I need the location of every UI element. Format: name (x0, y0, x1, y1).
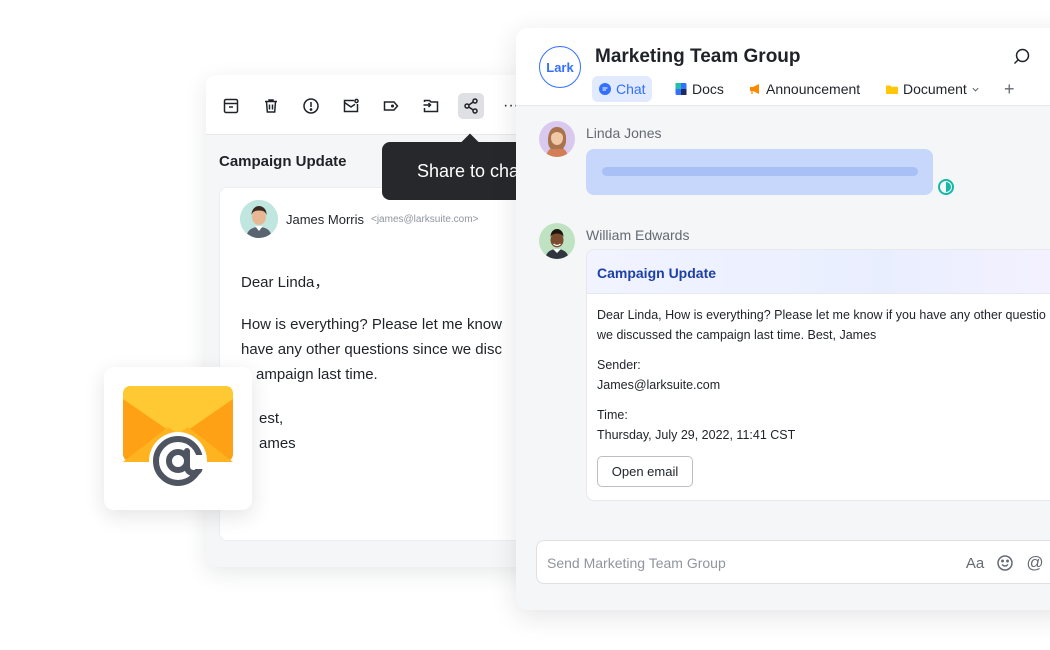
chat-window: Lark Marketing Team Group Chat Docs Anno… (516, 28, 1050, 610)
read-status-icon (938, 179, 954, 195)
emoji-icon (997, 555, 1013, 571)
mail-unread-icon (343, 98, 359, 113)
tab-announcement[interactable]: Announcement (742, 76, 866, 102)
megaphone-icon (750, 84, 759, 94)
group-title: Marketing Team Group (595, 46, 801, 67)
chat-header: Lark Marketing Team Group Chat Docs Anno… (516, 28, 1050, 106)
message-input[interactable] (547, 552, 947, 574)
message-placeholder-line (602, 167, 918, 176)
add-tab-button[interactable]: + (998, 76, 1021, 102)
sender-value: James@larksuite.com (597, 378, 721, 392)
at-sign-icon: @ (1026, 553, 1044, 572)
shared-email-body: Dear Linda, How is everything? Please le… (597, 308, 1046, 322)
message-sender: William Edwards (586, 227, 690, 243)
email-body-line: Dear Linda， (241, 274, 330, 291)
tab-label: Announcement (766, 81, 861, 97)
mark-unread-button[interactable] (338, 93, 364, 119)
avatar (539, 223, 575, 259)
lark-logo: Lark (539, 46, 581, 88)
move-to-folder-button[interactable] (418, 93, 444, 119)
delete-button[interactable] (258, 93, 284, 119)
trash-icon (265, 99, 277, 113)
mention-button[interactable]: @ (1025, 553, 1045, 573)
shared-email-title: Campaign Update (597, 265, 717, 281)
text-format-icon[interactable]: Aa (965, 553, 985, 573)
open-email-button[interactable]: Open email (597, 456, 693, 487)
email-body-line: have any other questions since we disc (241, 341, 502, 358)
time-label: Time: (597, 408, 628, 422)
message-bubble[interactable] (586, 149, 933, 195)
envelope-at-icon (123, 385, 233, 490)
shared-email-body: we discussed the campaign last time. Bes… (597, 328, 877, 342)
avatar-linda-icon (539, 121, 575, 157)
email-content: James Morris <james@larksuite.com> Dear … (219, 187, 546, 541)
docs-icon (675, 83, 687, 95)
avatar-william-icon (539, 223, 575, 259)
message-sender: Linda Jones (586, 125, 662, 141)
text-format-label: Aa (965, 554, 985, 572)
avatar (240, 200, 278, 238)
archive-icon (223, 98, 239, 114)
chat-messages: Linda Jones William Edwards Campaign Upd… (516, 106, 1050, 610)
search-icon[interactable] (1012, 47, 1032, 67)
alert-circle-icon (303, 98, 319, 114)
emoji-button[interactable] (995, 553, 1015, 573)
email-body-line: est, (259, 410, 284, 427)
chevron-down-icon (972, 87, 979, 92)
shared-email-card[interactable]: Campaign Update Dear Linda, How is every… (586, 249, 1050, 501)
email-body-line: ampaign last time. (256, 366, 378, 383)
email-body-line: ames (259, 435, 296, 452)
tab-label: Docs (692, 81, 724, 97)
email-body-line: How is everything? Please let me know (241, 316, 502, 333)
folder-icon (886, 85, 898, 94)
tag-icon (383, 101, 399, 111)
tab-docs[interactable]: Docs (668, 76, 730, 102)
sender-address: <james@larksuite.com> (371, 214, 479, 225)
sender-label: Sender: (597, 358, 641, 372)
message-composer: Aa @ (536, 540, 1050, 584)
report-spam-button[interactable] (298, 93, 324, 119)
mail-app-tile (104, 367, 252, 510)
avatar-james-icon (240, 200, 278, 238)
folder-move-icon (423, 99, 439, 113)
email-subject: Campaign Update (219, 153, 347, 170)
share-to-chat-button[interactable] (458, 93, 484, 119)
share-icon (464, 98, 478, 114)
shared-email-header: Campaign Update (587, 250, 1050, 294)
tab-label: Document (903, 81, 967, 97)
avatar (539, 121, 575, 157)
tooltip-text: Share to chat (416, 160, 525, 181)
tab-document[interactable]: Document (879, 76, 986, 102)
archive-button[interactable] (218, 93, 244, 119)
sender-name: James Morris (286, 212, 365, 227)
time-value: Thursday, July 29, 2022, 11:41 CST (597, 428, 796, 442)
tab-label: Chat (616, 81, 646, 97)
tab-chat[interactable]: Chat (592, 76, 652, 102)
label-button[interactable] (378, 93, 404, 119)
email-toolbar: ··· (206, 75, 546, 135)
chat-bubble-icon (599, 83, 611, 95)
plus-icon: + (1004, 78, 1015, 99)
